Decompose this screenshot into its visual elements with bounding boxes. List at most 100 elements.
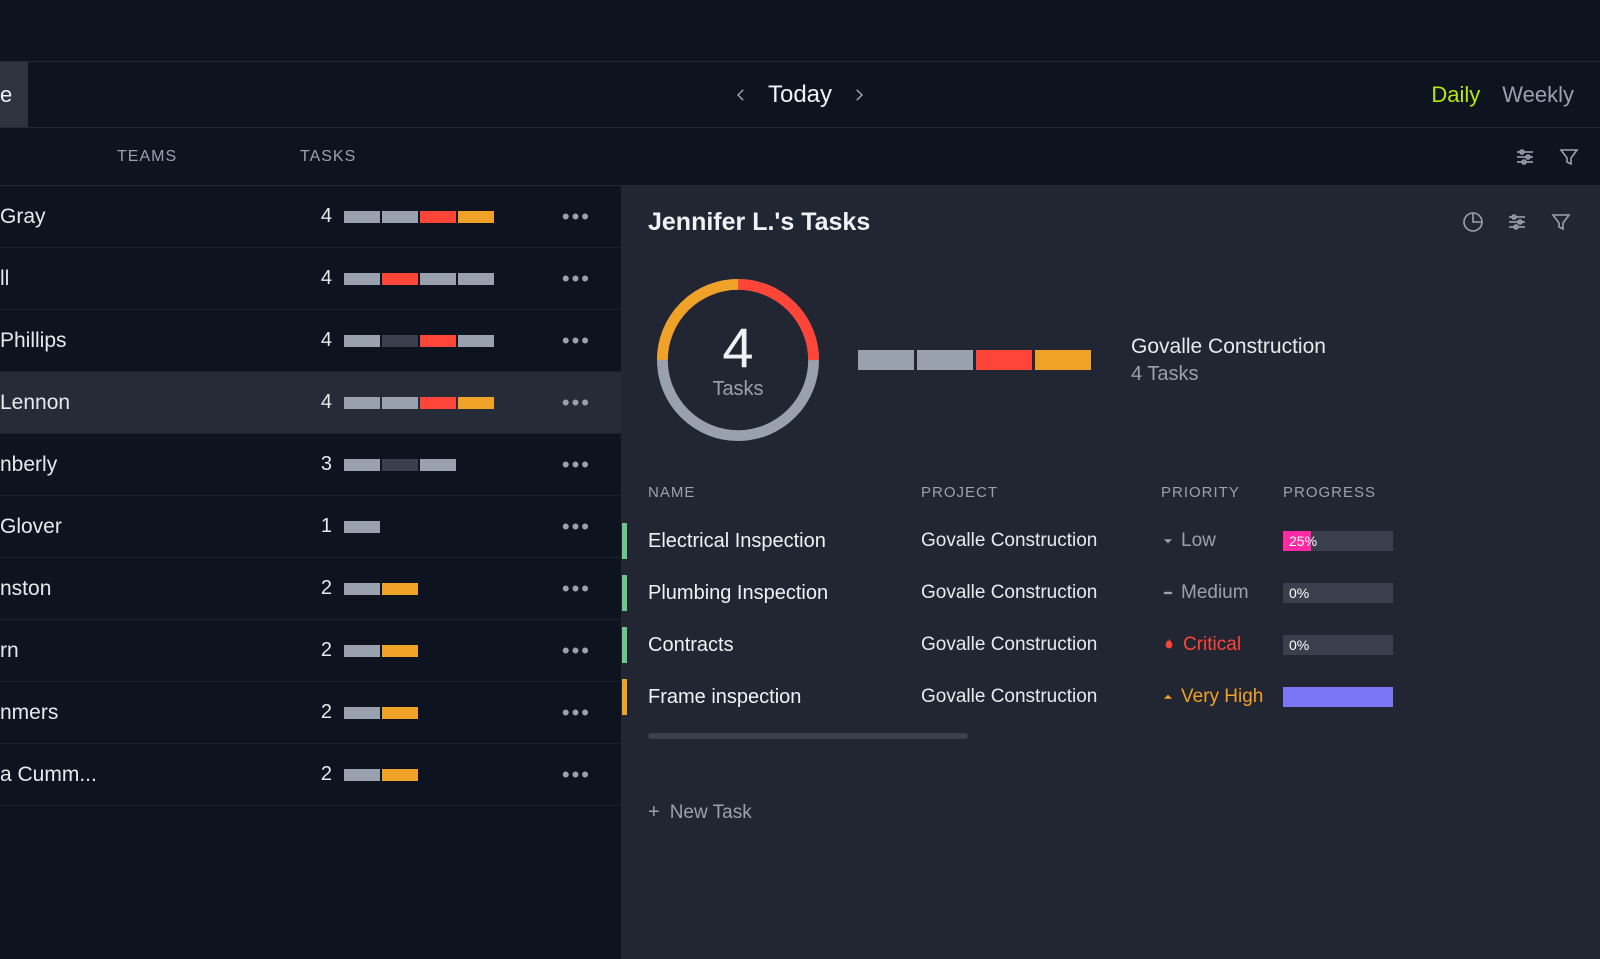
row-more-icon[interactable]: ••• <box>562 576 591 602</box>
new-task-button[interactable]: + New Task <box>648 801 1600 824</box>
task-row[interactable]: Frame inspectionGovalle ConstructionVery… <box>622 671 1600 723</box>
column-header-teams: TEAMS <box>0 148 300 166</box>
person-row[interactable]: Lennon4 ••• <box>0 372 621 434</box>
task-row[interactable]: Electrical InspectionGovalle Constructio… <box>622 515 1600 567</box>
th-priority: PRIORITY <box>1161 484 1283 501</box>
task-project: Govalle Construction <box>921 582 1161 604</box>
priority-icon <box>1161 637 1177 653</box>
row-more-icon[interactable]: ••• <box>562 700 591 726</box>
task-detail-panel: Jennifer L.'s Tasks <box>622 186 1600 959</box>
detail-title: Jennifer L.'s Tasks <box>648 208 870 237</box>
prev-day-button[interactable] <box>732 86 750 104</box>
summary-company: Govalle Construction <box>1131 335 1326 359</box>
person-row[interactable]: Phillips4••• <box>0 310 621 372</box>
filter-funnel-icon[interactable] <box>1556 144 1582 170</box>
active-view-tab[interactable]: e <box>0 62 28 127</box>
person-task-count: 3 <box>300 453 344 476</box>
person-name: nston <box>0 577 300 601</box>
person-name: Lennon <box>0 391 300 415</box>
task-segment-bar <box>344 335 494 347</box>
person-name: a Cumm... <box>0 763 300 787</box>
range-toggle: Daily Weekly <box>1431 82 1574 108</box>
row-more-icon[interactable]: ••• <box>562 452 591 478</box>
person-task-count: 2 <box>300 701 344 724</box>
range-daily-button[interactable]: Daily <box>1431 82 1480 108</box>
row-more-icon[interactable]: ••• <box>562 514 591 540</box>
person-row[interactable]: rn2 ••• <box>0 620 621 682</box>
task-priority: Medium <box>1161 582 1283 604</box>
task-segment-bar <box>344 459 456 471</box>
task-name: Electrical Inspection <box>648 530 921 553</box>
task-segment-bar <box>344 273 494 285</box>
th-name: NAME <box>648 484 921 501</box>
date-label[interactable]: Today <box>768 81 832 109</box>
filter-funnel-icon[interactable] <box>1548 209 1574 235</box>
task-segment-bar <box>344 397 494 409</box>
task-name: Plumbing Inspection <box>648 582 921 605</box>
task-rows: Electrical InspectionGovalle Constructio… <box>622 515 1600 723</box>
task-project: Govalle Construction <box>921 530 1161 552</box>
person-row[interactable]: a Cumm...2••• <box>0 744 621 806</box>
plus-icon: + <box>648 801 660 824</box>
task-progress: 25% <box>1283 531 1393 551</box>
column-header-tasks: TASKS <box>300 148 535 166</box>
left-column-header: TEAMS TASKS <box>0 128 1600 186</box>
summary-sub: 4 Tasks <box>1131 363 1326 386</box>
person-row[interactable]: nberly3 ••• <box>0 434 621 496</box>
summary-segment-bar <box>858 350 1091 370</box>
person-name: nmers <box>0 701 300 725</box>
person-row[interactable]: ll4••• <box>0 248 621 310</box>
priority-icon <box>1161 586 1175 600</box>
th-progress: PROGRESS <box>1283 484 1376 501</box>
people-list: Gray4•••ll4•••Phillips4•••Lennon4•••nber… <box>0 186 622 959</box>
task-segment-bar <box>344 521 380 533</box>
th-project: PROJECT <box>921 484 1161 501</box>
person-name: Phillips <box>0 329 300 353</box>
task-progress: 0% <box>1283 635 1393 655</box>
task-segment-bar <box>344 707 418 719</box>
row-more-icon[interactable]: ••• <box>562 762 591 788</box>
row-more-icon[interactable]: ••• <box>562 266 591 292</box>
person-task-count: 4 <box>300 267 344 290</box>
person-row[interactable]: nston2 ••• <box>0 558 621 620</box>
task-progress <box>1283 687 1393 707</box>
task-ring-chart: 4 Tasks <box>648 270 828 450</box>
person-task-count: 4 <box>300 391 344 414</box>
pie-chart-icon[interactable] <box>1460 209 1486 235</box>
horizontal-scroll-bar[interactable] <box>648 733 968 739</box>
settings-sliders-icon[interactable] <box>1512 144 1538 170</box>
new-task-label: New Task <box>670 802 752 824</box>
person-name: Gray <box>0 205 300 229</box>
task-project: Govalle Construction <box>921 634 1161 656</box>
priority-icon <box>1161 534 1175 548</box>
task-name: Frame inspection <box>648 686 921 709</box>
top-spacer <box>0 0 1600 62</box>
task-segment-bar <box>344 645 418 657</box>
row-more-icon[interactable]: ••• <box>562 204 591 230</box>
active-view-tab-label: e <box>0 82 12 108</box>
person-task-count: 2 <box>300 577 344 600</box>
row-more-icon[interactable]: ••• <box>562 328 591 354</box>
person-task-count: 4 <box>300 205 344 228</box>
row-more-icon[interactable]: ••• <box>562 638 591 664</box>
person-row[interactable]: Gray4 ••• <box>0 186 621 248</box>
task-segment-bar <box>344 583 418 595</box>
person-task-count: 2 <box>300 639 344 662</box>
person-name: nberly <box>0 453 300 477</box>
task-segment-bar <box>344 769 418 781</box>
ring-count: 4 <box>722 320 753 376</box>
priority-icon <box>1161 690 1175 704</box>
task-table-header: NAME PROJECT PRIORITY PROGRESS <box>622 460 1600 515</box>
range-weekly-button[interactable]: Weekly <box>1502 82 1574 108</box>
ring-label: Tasks <box>712 378 763 401</box>
next-day-button[interactable] <box>850 86 868 104</box>
task-priority: Very High <box>1161 686 1283 708</box>
person-row[interactable]: nmers2 ••• <box>0 682 621 744</box>
person-name: rn <box>0 639 300 663</box>
person-row[interactable]: Glover1••• <box>0 496 621 558</box>
row-more-icon[interactable]: ••• <box>562 390 591 416</box>
task-row[interactable]: Plumbing InspectionGovalle ConstructionM… <box>622 567 1600 619</box>
task-row[interactable]: ContractsGovalle ConstructionCritical0% <box>622 619 1600 671</box>
task-name: Contracts <box>648 634 921 657</box>
settings-sliders-icon[interactable] <box>1504 209 1530 235</box>
